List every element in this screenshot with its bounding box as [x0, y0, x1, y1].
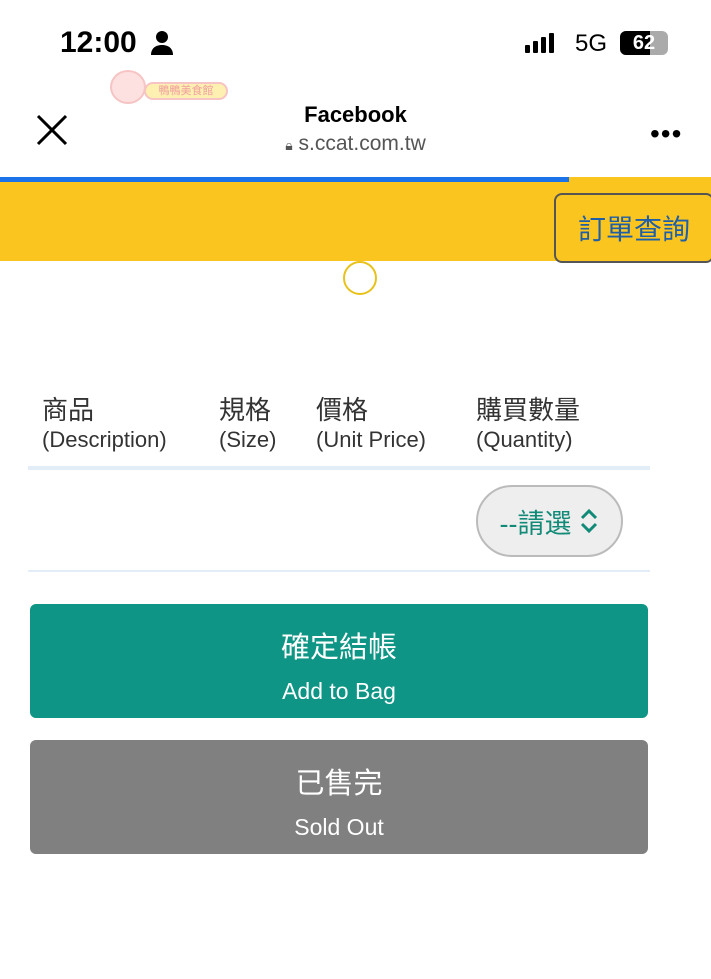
quantity-select[interactable]: --請選 [476, 485, 623, 557]
logo-watermark: 鴨鴨美食館 [110, 70, 230, 106]
chevron-updown-icon [581, 508, 598, 534]
table-divider [28, 570, 650, 572]
url-text: s.ccat.com.tw [298, 132, 426, 155]
order-query-button[interactable]: 訂單查詢 [554, 193, 711, 263]
person-icon [151, 31, 173, 55]
browser-title: Facebook [304, 102, 407, 127]
signal-icon [525, 33, 554, 53]
add-to-bag-button[interactable]: 確定結帳 Add to Bag [30, 604, 648, 718]
more-icon[interactable]: ••• [650, 118, 682, 150]
battery-level: 62 [632, 32, 656, 54]
status-time: 12:00 [60, 26, 137, 59]
network-type: 5G [575, 30, 608, 57]
header-quantity: 購買數量 (Quantity) [476, 395, 581, 452]
table-divider [28, 466, 650, 470]
header-description: 商品 (Description) [42, 395, 167, 452]
loading-spinner [343, 261, 377, 295]
header-unit-price: 價格 (Unit Price) [316, 395, 427, 452]
header-size: 規格 (Size) [219, 395, 277, 452]
browser-url: 🔒︎ s.ccat.com.tw [0, 132, 711, 156]
sold-out-button[interactable]: 已售完 Sold Out [30, 740, 648, 854]
battery-icon: 62 [620, 31, 668, 55]
lock-icon: 🔒︎ [285, 137, 293, 153]
